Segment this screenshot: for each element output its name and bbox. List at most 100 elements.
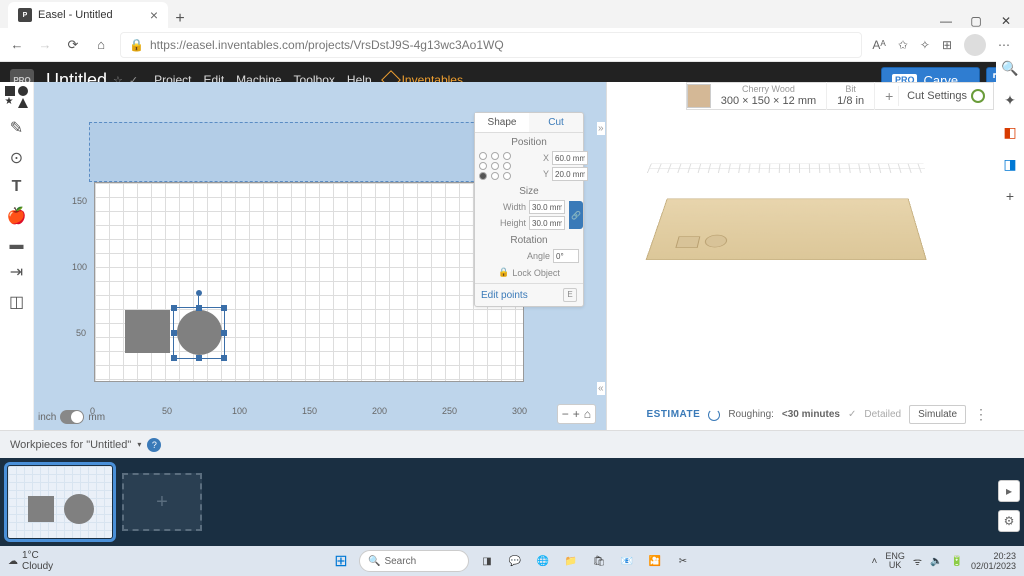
- browser-tab[interactable]: P Easel - Untitled ×: [8, 2, 168, 28]
- height-input[interactable]: [529, 216, 565, 230]
- edge-search-icon[interactable]: 🔍: [1000, 58, 1020, 78]
- explorer-app-icon[interactable]: 📁: [561, 551, 581, 571]
- resize-handle-e[interactable]: [221, 330, 227, 336]
- collections-icon[interactable]: ✧: [920, 38, 930, 52]
- pos-y-input[interactable]: [552, 167, 588, 181]
- store-app-icon[interactable]: 🛍: [589, 551, 609, 571]
- preview-panel[interactable]: » « ESTIMATE Roughing: <30 minutes ✓ Det…: [606, 82, 996, 430]
- language-indicator[interactable]: ENG UK: [885, 552, 905, 570]
- lock-object-button[interactable]: 🔒Lock Object: [475, 264, 583, 281]
- square-shape[interactable]: [125, 310, 170, 353]
- pos-x-input[interactable]: [552, 151, 588, 165]
- workpieces-help-icon[interactable]: ?: [147, 438, 161, 452]
- address-bar[interactable]: 🔒 https://easel.inventables.com/projects…: [120, 32, 862, 58]
- material-swatch[interactable]: [687, 84, 711, 108]
- design-canvas[interactable]: 0 50 100 150 200 250 300 50 100 150 − + …: [34, 82, 606, 430]
- resize-handle-n[interactable]: [196, 305, 202, 311]
- search-icon: 🔍: [368, 556, 380, 567]
- zoom-app-icon[interactable]: 🎦: [645, 551, 665, 571]
- window-maximize-icon[interactable]: ▢: [970, 14, 982, 28]
- padlock-icon: 🔒: [498, 267, 509, 278]
- estimate-label: ESTIMATE: [646, 409, 700, 420]
- edge-add-icon[interactable]: +: [1000, 186, 1020, 206]
- extensions-icon[interactable]: ⊞: [942, 38, 952, 52]
- tray-chevron-icon[interactable]: ˄: [872, 556, 878, 567]
- unit-toggle[interactable]: [60, 410, 84, 424]
- start-button[interactable]: ⊞: [331, 551, 351, 571]
- profile-avatar[interactable]: [964, 34, 986, 56]
- simulate-button[interactable]: Simulate: [909, 405, 966, 424]
- angle-input[interactable]: [553, 249, 579, 263]
- task-view-icon[interactable]: ◨: [477, 551, 497, 571]
- shapes-tool[interactable]: [5, 86, 29, 108]
- edit-points-link[interactable]: Edit points: [481, 290, 528, 301]
- settings-icon[interactable]: ⚙: [998, 510, 1020, 532]
- edge-office-icon[interactable]: ◧: [1000, 122, 1020, 142]
- favorite-icon[interactable]: ✩: [898, 38, 908, 52]
- preview-menu-icon[interactable]: ⋮: [974, 406, 988, 423]
- zoom-in-button[interactable]: +: [573, 407, 580, 421]
- panel-collapse-icon[interactable]: »: [597, 122, 605, 135]
- detailed-label[interactable]: Detailed: [864, 409, 901, 420]
- resize-handle-s[interactable]: [196, 355, 202, 361]
- preview-square-cut: [675, 236, 700, 247]
- edge-outlook-icon[interactable]: ◨: [1000, 154, 1020, 174]
- new-tab-button[interactable]: +: [168, 10, 192, 28]
- apps-tool[interactable]: ▬: [10, 236, 24, 252]
- add-workpiece-button[interactable]: +: [122, 473, 202, 531]
- taskbar-search[interactable]: 🔍 Search: [359, 550, 469, 572]
- resize-handle-se[interactable]: [221, 355, 227, 361]
- text-tool[interactable]: T: [12, 178, 22, 196]
- volume-icon[interactable]: 🔈: [930, 556, 942, 567]
- resize-handle-ne[interactable]: [221, 305, 227, 311]
- selection-box[interactable]: [173, 307, 225, 359]
- estimate-refresh-icon[interactable]: [708, 409, 720, 421]
- edge-copilot-icon[interactable]: ✦: [1000, 90, 1020, 110]
- star-shape-icon: [5, 98, 15, 108]
- roughing-value: <30 minutes: [782, 409, 840, 420]
- lock-ratio-icon[interactable]: 🔗: [569, 201, 583, 229]
- width-input[interactable]: [529, 200, 565, 214]
- box-tool[interactable]: ◫: [9, 292, 24, 312]
- size-header: Size: [475, 182, 583, 199]
- material-info[interactable]: Cherry Wood 300 × 150 × 12 mm: [711, 82, 827, 110]
- window-close-icon[interactable]: ✕: [1000, 14, 1012, 28]
- bit-info[interactable]: Bit 1/8 in: [827, 82, 875, 110]
- nav-home-icon[interactable]: ⌂: [92, 37, 110, 52]
- weather-icon[interactable]: ☁: [8, 556, 18, 567]
- resize-handle-w[interactable]: [171, 330, 177, 336]
- rotation-handle[interactable]: [196, 290, 202, 296]
- nav-back-icon[interactable]: ←: [8, 37, 26, 52]
- window-minimize-icon[interactable]: —: [940, 14, 952, 28]
- clock[interactable]: 20:23 02/01/2023: [971, 552, 1016, 571]
- nav-refresh-icon[interactable]: ⟳: [64, 37, 82, 53]
- y-tick-150: 150: [72, 196, 87, 206]
- panel-expand-icon[interactable]: «: [597, 382, 605, 395]
- battery-icon[interactable]: 🔋: [951, 556, 963, 567]
- reading-mode-icon[interactable]: Aᴬ: [872, 38, 885, 52]
- import-tool[interactable]: ⇥: [10, 262, 23, 282]
- cut-settings-button[interactable]: Cut Settings: [899, 89, 993, 103]
- resize-handle-nw[interactable]: [171, 305, 177, 311]
- tab-cut[interactable]: Cut: [529, 113, 583, 132]
- weather-widget[interactable]: 1°C Cloudy: [22, 551, 53, 572]
- chat-app-icon[interactable]: 💬: [505, 551, 525, 571]
- pen-tool[interactable]: ✎: [10, 118, 23, 138]
- drill-tool[interactable]: ⊙: [10, 148, 23, 168]
- wifi-icon[interactable]: ᯤ: [913, 554, 922, 568]
- zoom-out-button[interactable]: −: [562, 407, 569, 421]
- snip-app-icon[interactable]: ✂: [673, 551, 693, 571]
- chat-icon[interactable]: ▸: [998, 480, 1020, 502]
- workpieces-dropdown-icon[interactable]: ▾: [137, 440, 141, 449]
- icons-tool[interactable]: 🍎: [7, 206, 27, 226]
- workpiece-thumb-1[interactable]: [8, 466, 112, 538]
- outlook-app-icon[interactable]: 📧: [617, 551, 637, 571]
- resize-handle-sw[interactable]: [171, 355, 177, 361]
- zoom-home-button[interactable]: ⌂: [584, 407, 591, 421]
- anchor-grid[interactable]: [479, 152, 513, 180]
- x-tick-250: 250: [442, 406, 457, 416]
- edge-app-icon[interactable]: 🌐: [533, 551, 553, 571]
- tab-shape[interactable]: Shape: [475, 113, 529, 132]
- add-bit-button[interactable]: +: [875, 86, 899, 107]
- tab-close-icon[interactable]: ×: [150, 7, 158, 23]
